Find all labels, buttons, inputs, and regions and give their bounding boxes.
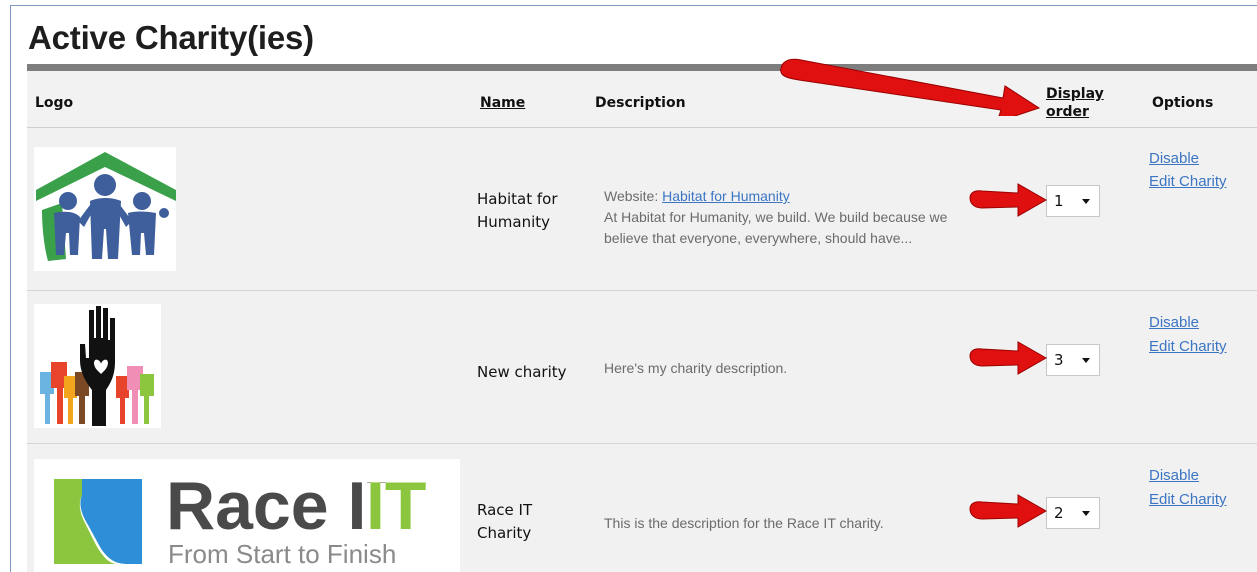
edit-charity-link[interactable]: Edit Charity (1149, 170, 1227, 193)
table-header: Logo Name Description Display order Opti… (27, 71, 1257, 128)
chevron-down-icon (1082, 511, 1090, 516)
annotation-arrow-icon (969, 494, 1048, 528)
display-order-select[interactable]: 3 (1046, 344, 1100, 376)
raised-hands-logo (34, 304, 161, 428)
charity-description: Here's my charity description. (604, 360, 788, 376)
charity-name: Race IT Charity (477, 501, 533, 542)
race-it-logo: Race IT From Start to Finish IT (34, 459, 460, 572)
race-it-logo-tagline: From Start to Finish (168, 539, 396, 569)
edit-charity-link[interactable]: Edit Charity (1149, 488, 1227, 511)
charity-name: New charity (477, 363, 567, 381)
charity-description: Website: Habitat for Humanity At Habitat… (604, 188, 948, 246)
chevron-down-icon (1082, 199, 1090, 204)
page-title: Active Charity(ies) (28, 19, 314, 56)
annotation-arrow-icon (969, 183, 1048, 217)
charity-description: This is the description for the Race IT … (604, 515, 884, 531)
charity-panel: Active Charity(ies) Logo Name Descriptio… (10, 5, 1257, 572)
habitat-logo (34, 147, 176, 271)
website-link[interactable]: Habitat for Humanity (662, 188, 790, 204)
header-description: Description (595, 95, 686, 111)
display-order-select[interactable]: 2 (1046, 497, 1100, 529)
disable-link[interactable]: Disable (1149, 464, 1199, 487)
title-divider (27, 64, 1257, 71)
table-row: Habitat for Humanity Website: Habitat fo… (27, 128, 1257, 291)
header-display-order-sort-link[interactable]: Display order (1046, 85, 1104, 121)
display-order-select[interactable]: 1 (1046, 185, 1100, 217)
edit-charity-link[interactable]: Edit Charity (1149, 335, 1227, 358)
annotation-arrow-icon (780, 58, 1041, 116)
disable-link[interactable]: Disable (1149, 147, 1199, 170)
header-name-sort-link[interactable]: Name (480, 95, 525, 111)
chevron-down-icon (1082, 358, 1090, 363)
header-options: Options (1152, 95, 1214, 111)
table-row: Race IT From Start to Finish IT Race IT … (27, 444, 1257, 572)
disable-link[interactable]: Disable (1149, 311, 1199, 334)
charity-name: Habitat for Humanity (477, 190, 558, 231)
svg-text:IT: IT (366, 468, 426, 544)
table-row: New charity Here's my charity descriptio… (27, 291, 1257, 444)
annotation-arrow-icon (969, 341, 1048, 375)
header-logo: Logo (35, 95, 74, 111)
